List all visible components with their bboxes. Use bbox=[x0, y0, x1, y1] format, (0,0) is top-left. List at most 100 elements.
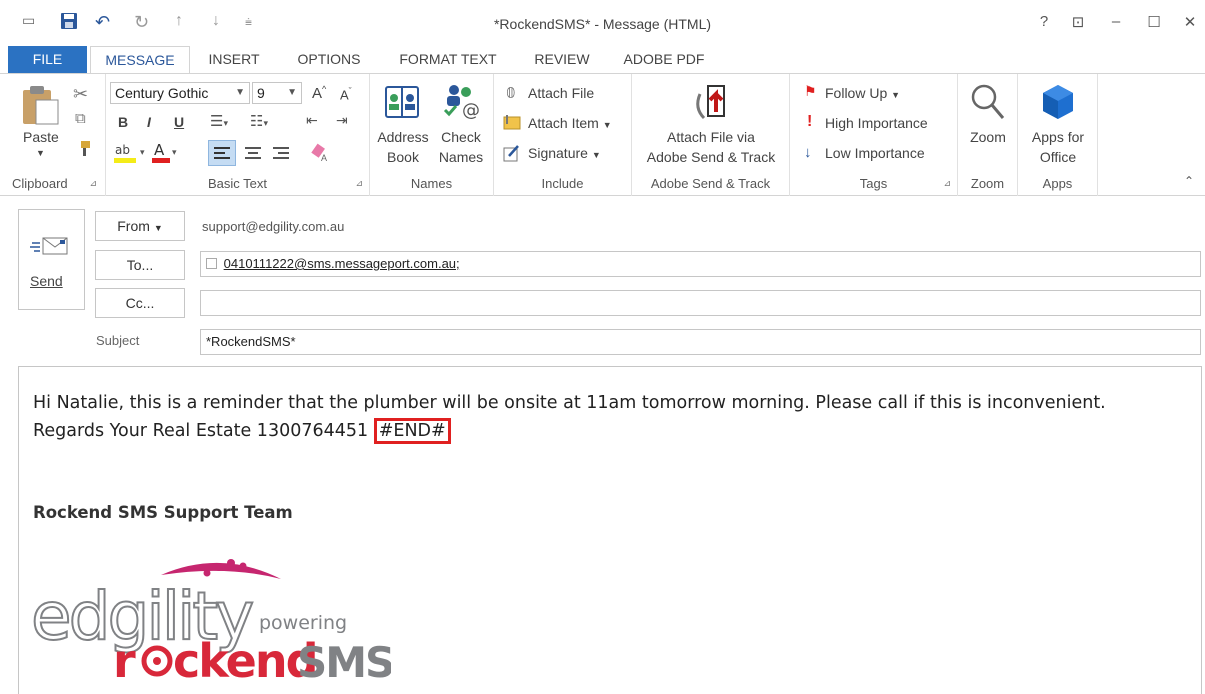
send-button[interactable]: Send bbox=[18, 209, 85, 310]
italic-button[interactable]: I bbox=[147, 114, 151, 130]
tab-options[interactable]: OPTIONS bbox=[285, 46, 373, 74]
tab-file[interactable]: FILE bbox=[8, 46, 87, 74]
help-button[interactable]: ? bbox=[1034, 13, 1054, 30]
paste-icon[interactable] bbox=[20, 84, 60, 129]
paste-button[interactable]: Paste bbox=[23, 129, 59, 145]
recipient-checkbox-icon bbox=[206, 258, 217, 269]
decrease-indent-icon[interactable]: ⇤ bbox=[306, 112, 318, 129]
svg-text:▾: ▾ bbox=[140, 147, 145, 157]
to-field[interactable]: 0410111222@sms.messageport.com.au; bbox=[200, 251, 1201, 277]
tags-launcher-icon[interactable]: ⊿ bbox=[943, 178, 951, 189]
font-color-icon[interactable]: A ▾ bbox=[152, 140, 182, 167]
zoom-group-label: Zoom bbox=[970, 176, 1005, 191]
message-text: Hi Natalie, this is a reminder that the … bbox=[33, 389, 1113, 445]
check-names-label-2[interactable]: Names bbox=[432, 149, 490, 165]
minimize-button[interactable]: – bbox=[1106, 13, 1126, 30]
clipboard-launcher-icon[interactable]: ⊿ bbox=[89, 178, 97, 189]
zoom-button[interactable]: Zoom bbox=[958, 129, 1018, 145]
tab-review[interactable]: REVIEW bbox=[522, 46, 602, 74]
svg-text:A: A bbox=[321, 153, 327, 162]
group-adobe-send-track: Attach File via Adobe Send & Track Adobe… bbox=[632, 74, 790, 196]
group-basic-text: Century Gothic ▼ 9 ▼ A^ Aˇ B I U ☰▾ ☷▾ ⇤… bbox=[106, 74, 370, 196]
apps-label-2[interactable]: Office bbox=[1018, 149, 1098, 165]
address-book-icon[interactable] bbox=[382, 84, 422, 123]
message-main-text: Hi Natalie, this is a reminder that the … bbox=[33, 393, 1106, 441]
adobe-send-track-icon[interactable] bbox=[692, 82, 730, 127]
signature-label: Signature bbox=[528, 145, 588, 161]
logo-rockend-r: r bbox=[113, 634, 136, 683]
increase-indent-icon[interactable]: ⇥ bbox=[336, 112, 348, 129]
copy-icon[interactable]: ⧉ bbox=[75, 110, 86, 127]
format-painter-icon[interactable] bbox=[75, 140, 93, 161]
font-name-combo[interactable]: Century Gothic ▼ bbox=[110, 82, 250, 104]
clear-formatting-icon[interactable]: A bbox=[310, 142, 330, 165]
follow-up-label: Follow Up bbox=[825, 85, 888, 101]
signature-button[interactable]: Signature ▼ bbox=[528, 145, 601, 161]
close-button[interactable]: ✕ bbox=[1180, 13, 1200, 31]
logo-sms: SMS bbox=[297, 638, 391, 683]
subject-field[interactable]: *RockendSMS* bbox=[200, 329, 1201, 355]
highlight-color-icon[interactable]: ab ▾ bbox=[114, 140, 150, 167]
cut-icon[interactable]: ✂ bbox=[73, 84, 88, 105]
subject-label: Subject bbox=[96, 333, 140, 348]
font-size-combo[interactable]: 9 ▼ bbox=[252, 82, 302, 104]
low-importance-button[interactable]: Low Importance bbox=[825, 145, 925, 161]
to-recipient[interactable]: 0410111222@sms.messageport.com.au; bbox=[224, 256, 460, 271]
check-names-icon[interactable]: @ bbox=[442, 82, 482, 123]
apps-label-1[interactable]: Apps for bbox=[1018, 129, 1098, 145]
address-book-label-1[interactable]: Address bbox=[374, 129, 432, 145]
adobe-attach-label-1[interactable]: Attach File via bbox=[632, 129, 790, 145]
group-apps: Apps for Office Apps bbox=[1018, 74, 1098, 196]
shrink-font-icon[interactable]: Aˇ bbox=[340, 86, 352, 102]
end-tag-highlight: #END# bbox=[373, 418, 451, 444]
ribbon-display-options-icon[interactable]: ⊡ bbox=[1068, 13, 1088, 31]
chevron-down-icon: ▼ bbox=[591, 150, 601, 160]
bullets-icon[interactable]: ☰▾ bbox=[210, 112, 228, 130]
paste-dropdown-icon[interactable]: ▼ bbox=[36, 148, 45, 158]
align-left-button[interactable] bbox=[208, 140, 236, 166]
attach-file-button[interactable]: Attach File bbox=[528, 85, 594, 101]
grow-font-icon[interactable]: A^ bbox=[312, 84, 326, 102]
apps-for-office-icon[interactable] bbox=[1040, 83, 1076, 124]
tab-adobe-pdf[interactable]: ADOBE PDF bbox=[614, 46, 714, 74]
from-value: support@edgility.com.au bbox=[202, 219, 345, 234]
high-importance-icon: ! bbox=[807, 113, 813, 130]
group-tags: ⚑ Follow Up ▼ ! High Importance ↓ Low Im… bbox=[790, 74, 958, 196]
basic-text-launcher-icon[interactable]: ⊿ bbox=[355, 178, 363, 189]
group-clipboard: Paste ▼ ✂ ⧉ Clipboard ⊿ bbox=[0, 74, 106, 196]
numbering-icon[interactable]: ☷▾ bbox=[250, 112, 268, 130]
window-title: *RockendSMS* - Message (HTML) bbox=[493, 16, 712, 32]
underline-button[interactable]: U bbox=[174, 114, 184, 130]
message-body[interactable]: Hi Natalie, this is a reminder that the … bbox=[18, 366, 1202, 694]
cc-field[interactable] bbox=[200, 290, 1201, 316]
edgility-rockend-logo: edgility powering r ckend SMS bbox=[30, 553, 395, 688]
group-include: 𝟘 Attach File Attach Item ▼ Signature ▼ … bbox=[494, 74, 632, 196]
align-center-icon[interactable] bbox=[240, 141, 266, 168]
follow-up-flag-icon: ⚑ bbox=[804, 83, 817, 99]
cc-button[interactable]: Cc... bbox=[95, 288, 185, 318]
zoom-magnifier-icon[interactable] bbox=[969, 82, 1007, 125]
tab-format-text[interactable]: FORMAT TEXT bbox=[388, 46, 508, 74]
ribbon-tabs: FILE MESSAGE INSERT OPTIONS FORMAT TEXT … bbox=[0, 46, 1205, 75]
to-button[interactable]: To... bbox=[95, 250, 185, 280]
logo-powering: powering bbox=[259, 612, 347, 634]
maximize-button[interactable]: ☐ bbox=[1144, 13, 1164, 31]
adobe-attach-label-2[interactable]: Adobe Send & Track bbox=[632, 149, 790, 165]
chevron-down-icon: ▼ bbox=[153, 223, 163, 233]
check-names-label-1[interactable]: Check bbox=[432, 129, 490, 145]
collapse-ribbon-icon[interactable]: ⌃ bbox=[1184, 174, 1194, 188]
svg-text:ab: ab bbox=[115, 143, 130, 157]
high-importance-button[interactable]: High Importance bbox=[825, 115, 928, 131]
send-label: Send bbox=[30, 273, 63, 289]
follow-up-button[interactable]: Follow Up ▼ bbox=[825, 85, 900, 101]
clipboard-group-label: Clipboard bbox=[12, 176, 68, 191]
tab-message[interactable]: MESSAGE bbox=[90, 46, 190, 75]
bold-button[interactable]: B bbox=[118, 114, 128, 130]
logo-rockend-rest: ckend bbox=[173, 634, 317, 683]
address-book-label-2[interactable]: Book bbox=[374, 149, 432, 165]
attach-item-button[interactable]: Attach Item ▼ bbox=[528, 115, 612, 131]
align-right-icon[interactable] bbox=[268, 141, 294, 168]
from-button[interactable]: From ▼ bbox=[95, 211, 185, 241]
paperclip-icon: 𝟘 bbox=[506, 85, 516, 102]
tab-insert[interactable]: INSERT bbox=[198, 46, 270, 74]
